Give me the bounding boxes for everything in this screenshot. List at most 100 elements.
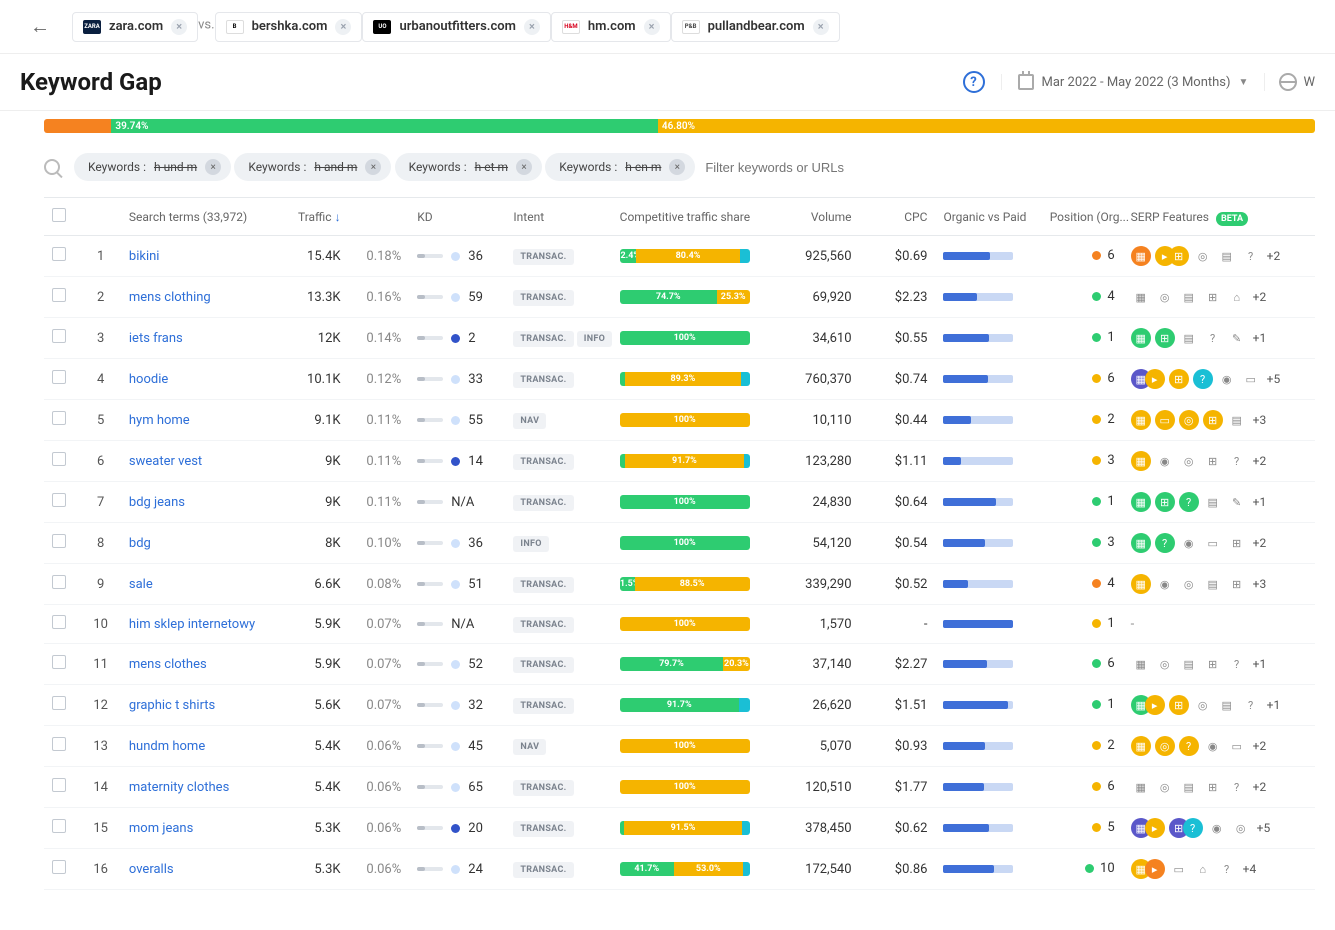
remove-competitor-icon[interactable]: × — [644, 19, 660, 35]
serp-feature-icon[interactable]: ⊞ — [1203, 654, 1223, 674]
serp-feature-icon[interactable]: ◉ — [1179, 533, 1199, 553]
serp-feature-icon[interactable]: ◎ — [1193, 695, 1213, 715]
serp-feature-icon[interactable]: ? — [1179, 492, 1199, 512]
serp-feature-icon[interactable]: ▭ — [1227, 736, 1247, 756]
serp-feature-icon[interactable]: ◎ — [1155, 287, 1175, 307]
serp-feature-icon[interactable]: ⊞ — [1169, 695, 1189, 715]
serp-more-count[interactable]: +3 — [1253, 413, 1267, 427]
serp-feature-icon[interactable]: ◉ — [1155, 451, 1175, 471]
serp-feature-icon[interactable]: ▸ — [1145, 369, 1165, 389]
remove-filter-icon[interactable]: × — [365, 159, 381, 175]
serp-feature-icon[interactable]: ▤ — [1203, 574, 1223, 594]
serp-feature-icon[interactable]: ▭ — [1203, 533, 1223, 553]
serp-more-count[interactable]: +1 — [1253, 331, 1267, 345]
remove-competitor-icon[interactable]: × — [335, 19, 351, 35]
serp-feature-icon[interactable]: ▦ — [1131, 777, 1151, 797]
serp-feature-icon[interactable]: ▦ — [1131, 246, 1151, 266]
keyword-link[interactable]: graphic t shirts — [129, 698, 215, 713]
serp-feature-icon[interactable]: ▤ — [1179, 287, 1199, 307]
back-button[interactable]: ← — [20, 8, 60, 45]
keyword-link[interactable]: hym home — [129, 413, 190, 428]
serp-feature-icon[interactable]: ⊞ — [1155, 328, 1175, 348]
col-intent[interactable]: Intent — [505, 198, 611, 236]
serp-feature-icon[interactable]: ? — [1217, 859, 1237, 879]
serp-feature-icon[interactable]: ⊞ — [1203, 777, 1223, 797]
serp-feature-icon[interactable]: ◎ — [1179, 574, 1199, 594]
serp-feature-icon[interactable]: ▦ — [1131, 654, 1151, 674]
keyword-link[interactable]: bdg jeans — [129, 495, 185, 510]
col-cpc[interactable]: CPC — [860, 198, 936, 236]
serp-feature-icon[interactable]: ▦ — [1131, 410, 1151, 430]
col-search-terms[interactable]: Search terms (33,972) — [121, 198, 278, 236]
col-traffic[interactable]: Traffic ↓ — [278, 198, 349, 236]
serp-feature-icon[interactable]: ⊞ — [1169, 246, 1189, 266]
serp-feature-icon[interactable]: ◉ — [1217, 369, 1237, 389]
keyword-link[interactable]: bdg — [129, 536, 151, 551]
serp-feature-icon[interactable]: ◎ — [1231, 818, 1251, 838]
serp-feature-icon[interactable]: ◉ — [1207, 818, 1227, 838]
serp-more-count[interactable]: +1 — [1253, 657, 1267, 671]
serp-feature-icon[interactable]: ⌂ — [1227, 287, 1247, 307]
remove-filter-icon[interactable]: × — [516, 159, 532, 175]
serp-feature-icon[interactable]: ▤ — [1179, 328, 1199, 348]
filter-chip[interactable]: Keywords : h and m× — [234, 153, 391, 181]
serp-feature-icon[interactable]: ▤ — [1227, 410, 1247, 430]
serp-feature-icon[interactable]: ◎ — [1155, 654, 1175, 674]
serp-feature-icon[interactable]: ? — [1227, 654, 1247, 674]
row-checkbox[interactable] — [52, 370, 66, 384]
serp-feature-icon[interactable]: ? — [1179, 736, 1199, 756]
keyword-link[interactable]: hundm home — [129, 739, 205, 754]
serp-feature-icon[interactable]: ▤ — [1217, 695, 1237, 715]
row-checkbox[interactable] — [52, 329, 66, 343]
keyword-link[interactable]: iets frans — [129, 331, 183, 346]
serp-feature-icon[interactable]: ⊞ — [1227, 574, 1247, 594]
keyword-link[interactable]: sale — [129, 577, 153, 592]
serp-feature-icon[interactable]: ◎ — [1155, 777, 1175, 797]
keyword-link[interactable]: mens clothes — [129, 657, 207, 672]
serp-feature-icon[interactable]: ▦ — [1131, 574, 1151, 594]
serp-feature-icon[interactable]: ◎ — [1193, 246, 1213, 266]
serp-feature-icon[interactable]: ▦ — [1131, 533, 1151, 553]
remove-filter-icon[interactable]: × — [205, 159, 221, 175]
serp-feature-icon[interactable]: ? — [1193, 369, 1213, 389]
row-checkbox[interactable] — [52, 493, 66, 507]
serp-feature-icon[interactable]: ? — [1227, 777, 1247, 797]
serp-feature-icon[interactable]: ⊞ — [1203, 451, 1223, 471]
serp-feature-icon[interactable]: ◉ — [1203, 736, 1223, 756]
serp-feature-icon[interactable]: ▸ — [1145, 859, 1165, 879]
serp-feature-icon[interactable]: ✎ — [1227, 492, 1247, 512]
col-ovp[interactable]: Organic vs Paid — [935, 198, 1041, 236]
help-icon[interactable]: ? — [963, 71, 985, 93]
serp-more-count[interactable]: +2 — [1267, 249, 1281, 263]
serp-more-count[interactable]: +1 — [1267, 698, 1281, 712]
serp-feature-icon[interactable]: ▦ — [1131, 492, 1151, 512]
country-selector[interactable]: W — [1264, 73, 1315, 91]
serp-feature-icon[interactable]: ⌂ — [1193, 859, 1213, 879]
serp-feature-icon[interactable]: ⊞ — [1169, 369, 1189, 389]
filter-input[interactable] — [705, 160, 1315, 175]
serp-feature-icon[interactable]: ▭ — [1169, 859, 1189, 879]
serp-more-count[interactable]: +3 — [1253, 577, 1267, 591]
keyword-link[interactable]: sweater vest — [129, 454, 202, 469]
row-checkbox[interactable] — [52, 819, 66, 833]
serp-feature-icon[interactable]: ▤ — [1217, 246, 1237, 266]
remove-competitor-icon[interactable]: × — [171, 19, 187, 35]
serp-feature-icon[interactable]: ⊞ — [1227, 533, 1247, 553]
serp-feature-icon[interactable]: ◎ — [1179, 451, 1199, 471]
remove-competitor-icon[interactable]: × — [524, 19, 540, 35]
row-checkbox[interactable] — [52, 615, 66, 629]
row-checkbox[interactable] — [52, 452, 66, 466]
col-serp[interactable]: SERP Features BETA — [1123, 198, 1295, 236]
serp-feature-icon[interactable]: ▤ — [1203, 492, 1223, 512]
remove-filter-icon[interactable]: × — [669, 159, 685, 175]
serp-feature-icon[interactable]: ✎ — [1227, 328, 1247, 348]
filter-chip[interactable]: Keywords : h und m× — [74, 153, 231, 181]
serp-feature-icon[interactable]: ▤ — [1179, 654, 1199, 674]
serp-feature-icon[interactable]: ▭ — [1155, 410, 1175, 430]
row-checkbox[interactable] — [52, 247, 66, 261]
col-checkbox[interactable] — [44, 198, 80, 236]
row-checkbox[interactable] — [52, 575, 66, 589]
serp-feature-icon[interactable]: ▭ — [1241, 369, 1261, 389]
keyword-link[interactable]: bikini — [129, 249, 160, 264]
serp-feature-icon[interactable]: ⊞ — [1155, 492, 1175, 512]
